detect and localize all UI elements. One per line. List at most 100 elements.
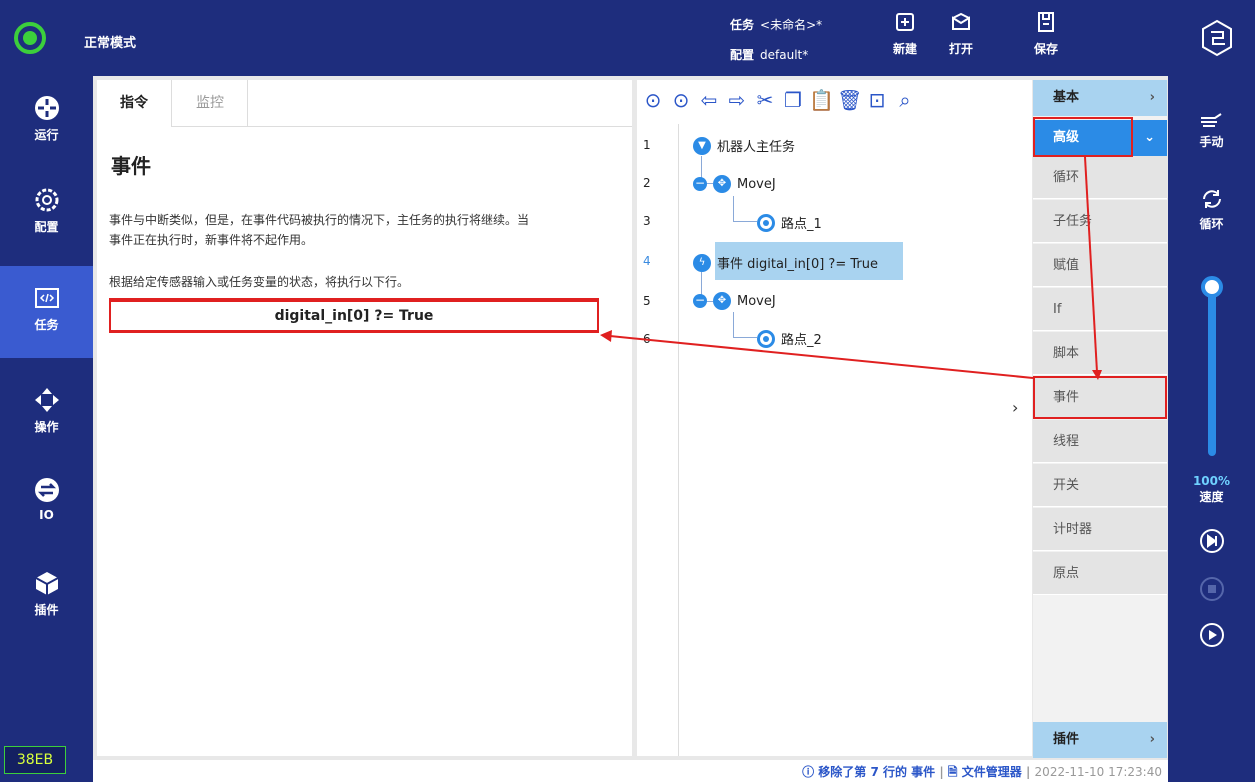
- nav-label-config: 配置: [34, 220, 59, 234]
- nav-item-run[interactable]: 运行: [0, 76, 93, 168]
- highlight-advanced-box: [1033, 117, 1133, 157]
- speed-slider-handle[interactable]: [1201, 276, 1223, 298]
- chevron-down-icon: ⌄: [1144, 130, 1155, 145]
- panel-tabs: 指令 监控: [97, 80, 632, 127]
- palette-plugins-header[interactable]: 插件 ›: [1033, 722, 1167, 758]
- mode-label: 正常模式: [84, 36, 137, 51]
- file-manager-link[interactable]: 文件管理器: [962, 765, 1022, 779]
- node-label: 事件 digital_in[0] ?= True: [717, 257, 878, 272]
- node-label: MoveJ: [737, 293, 776, 309]
- highlight-event-box: [1033, 376, 1167, 419]
- line-number-gutter: 1 2 3 4 5 6: [637, 124, 679, 756]
- open-label: 打开: [948, 42, 973, 56]
- tree-node-waypoint-1[interactable]: 路点_1: [757, 213, 822, 232]
- tree-node-movej-2[interactable]: − ✥ MoveJ: [693, 292, 776, 310]
- new-label: 新建: [892, 42, 917, 56]
- search-icon[interactable]: ⌕: [893, 88, 917, 112]
- line-number: 4: [643, 254, 651, 268]
- hand-pointer-icon: [1200, 113, 1222, 127]
- nav-item-operate[interactable]: 操作: [0, 368, 93, 460]
- open-folder-icon: [952, 12, 970, 30]
- nav-label-io: IO: [39, 508, 54, 522]
- palette-item-script[interactable]: 脚本: [1033, 332, 1167, 375]
- palette-item-subtask[interactable]: 子任务: [1033, 200, 1167, 243]
- highlight-condition-box: [109, 298, 599, 333]
- description-line-3: 根据给定传感器输入或任务变量的状态，将执行以下行。: [109, 275, 410, 289]
- nav-item-plugins[interactable]: 插件: [0, 551, 93, 643]
- paste-icon[interactable]: 📋: [809, 88, 834, 112]
- brand-logo-icon: [1202, 19, 1232, 57]
- suppress-icon[interactable]: ⊡: [865, 88, 889, 112]
- tree-node-main-task[interactable]: ▼ 机器人主任务: [693, 136, 795, 155]
- config-name-line: 配置 default*: [730, 46, 808, 63]
- left-navigation: 运行 配置 任务 操作 IO 插件 38EB: [0, 76, 93, 782]
- palette-item-home[interactable]: 原点: [1033, 552, 1167, 595]
- loop-mode-button[interactable]: 循环: [1168, 186, 1255, 232]
- tab-monitor[interactable]: 监控: [173, 80, 248, 127]
- file-manager-icon[interactable]: 🗎: [948, 765, 958, 779]
- nav-item-task[interactable]: 任务: [0, 266, 93, 358]
- nav-label-plugins: 插件: [34, 603, 59, 617]
- collapse-icon: −: [693, 293, 707, 308]
- move-arrows-icon: ✥: [713, 175, 731, 193]
- redo-icon[interactable]: ⇨: [725, 88, 749, 112]
- play-icon[interactable]: [1199, 622, 1225, 648]
- waypoint-icon: [757, 213, 775, 232]
- palette-item-assign[interactable]: 赋值: [1033, 244, 1167, 287]
- open-button[interactable]: 打开: [941, 8, 981, 68]
- code-task-icon: [34, 288, 59, 308]
- speed-percent: 100%: [1192, 474, 1231, 488]
- palette-item-switch[interactable]: 开关: [1033, 464, 1167, 507]
- chevron-down-icon: ▼: [693, 136, 711, 155]
- tree-node-waypoint-2[interactable]: 路点_2: [757, 329, 822, 348]
- line-number: 5: [643, 294, 651, 308]
- node-label: MoveJ: [737, 176, 776, 192]
- copy-icon[interactable]: ❐: [781, 88, 805, 112]
- step-icon[interactable]: [1199, 528, 1225, 554]
- new-button[interactable]: 新建: [885, 8, 925, 68]
- cut-icon[interactable]: ✂: [753, 88, 777, 112]
- config-name: default*: [760, 48, 809, 62]
- delete-icon[interactable]: 🗑: [837, 88, 862, 112]
- speed-slider-track[interactable]: [1208, 286, 1216, 456]
- stop-icon[interactable]: [1199, 576, 1225, 602]
- status-bar: ⓘ 移除了第 7 行的 事件 | 🗎 文件管理器 | 2022-11-10 17…: [93, 760, 1168, 782]
- nav-item-config[interactable]: 配置: [0, 168, 93, 260]
- tree-toolbar: ⊙ ⊙ ⇦ ⇨ ✂ ❐ 📋 🗑 ⊡ ⌕: [637, 80, 1032, 122]
- chevron-right-icon: ›: [1149, 90, 1155, 105]
- node-label: 路点_2: [781, 333, 822, 348]
- tab-instruction[interactable]: 指令: [97, 80, 172, 127]
- nav-label-task: 任务: [34, 318, 59, 332]
- node-label: 路点_1: [781, 217, 822, 232]
- manual-mode-button[interactable]: 手动: [1168, 108, 1255, 150]
- palette-item-thread[interactable]: 线程: [1033, 420, 1167, 463]
- right-control-rail: 手动 循环 100% 速度: [1168, 76, 1255, 782]
- status-timestamp: 2022-11-10 17:23:40: [1034, 765, 1162, 779]
- loop-label: 循环: [1199, 217, 1224, 231]
- nav-item-io[interactable]: IO: [0, 458, 93, 550]
- save-button[interactable]: 保存: [1026, 8, 1066, 68]
- loop-cycle-icon: [1202, 190, 1221, 208]
- tree-node-movej-1[interactable]: − ✥ MoveJ: [693, 175, 776, 193]
- line-number: 1: [643, 138, 651, 152]
- collapse-up-icon[interactable]: ⊙: [641, 88, 665, 112]
- task-name-line: 任务 <未命名>*: [730, 16, 822, 33]
- speed-label: 速度: [1199, 490, 1224, 504]
- instruction-title: 事件: [111, 154, 151, 178]
- palette-basic-label: 基本: [1053, 90, 1080, 105]
- expand-down-icon[interactable]: ⊙: [669, 88, 693, 112]
- undo-icon[interactable]: ⇦: [697, 88, 721, 112]
- palette-basic-header[interactable]: 基本 ›: [1033, 80, 1167, 116]
- line-number: 3: [643, 214, 651, 228]
- palette-item-if[interactable]: If: [1033, 288, 1167, 331]
- node-label: 机器人主任务: [717, 140, 796, 155]
- description-line-2: 事件正在执行时，新事件将不起作用。: [109, 233, 314, 247]
- nav-label-run: 运行: [34, 128, 59, 142]
- save-disk-icon: [1038, 12, 1054, 32]
- palette-item-loop[interactable]: 循环: [1033, 156, 1167, 199]
- chevron-right-icon[interactable]: ›: [1012, 398, 1018, 417]
- palette-item-timer[interactable]: 计时器: [1033, 508, 1167, 551]
- status-message-area: ⓘ 移除了第 7 行的 事件 | 🗎 文件管理器 | 2022-11-10 17…: [802, 763, 1162, 782]
- divider: |: [1025, 765, 1031, 779]
- tree-node-event[interactable]: ϟ 事件 digital_in[0] ?= True: [693, 253, 878, 272]
